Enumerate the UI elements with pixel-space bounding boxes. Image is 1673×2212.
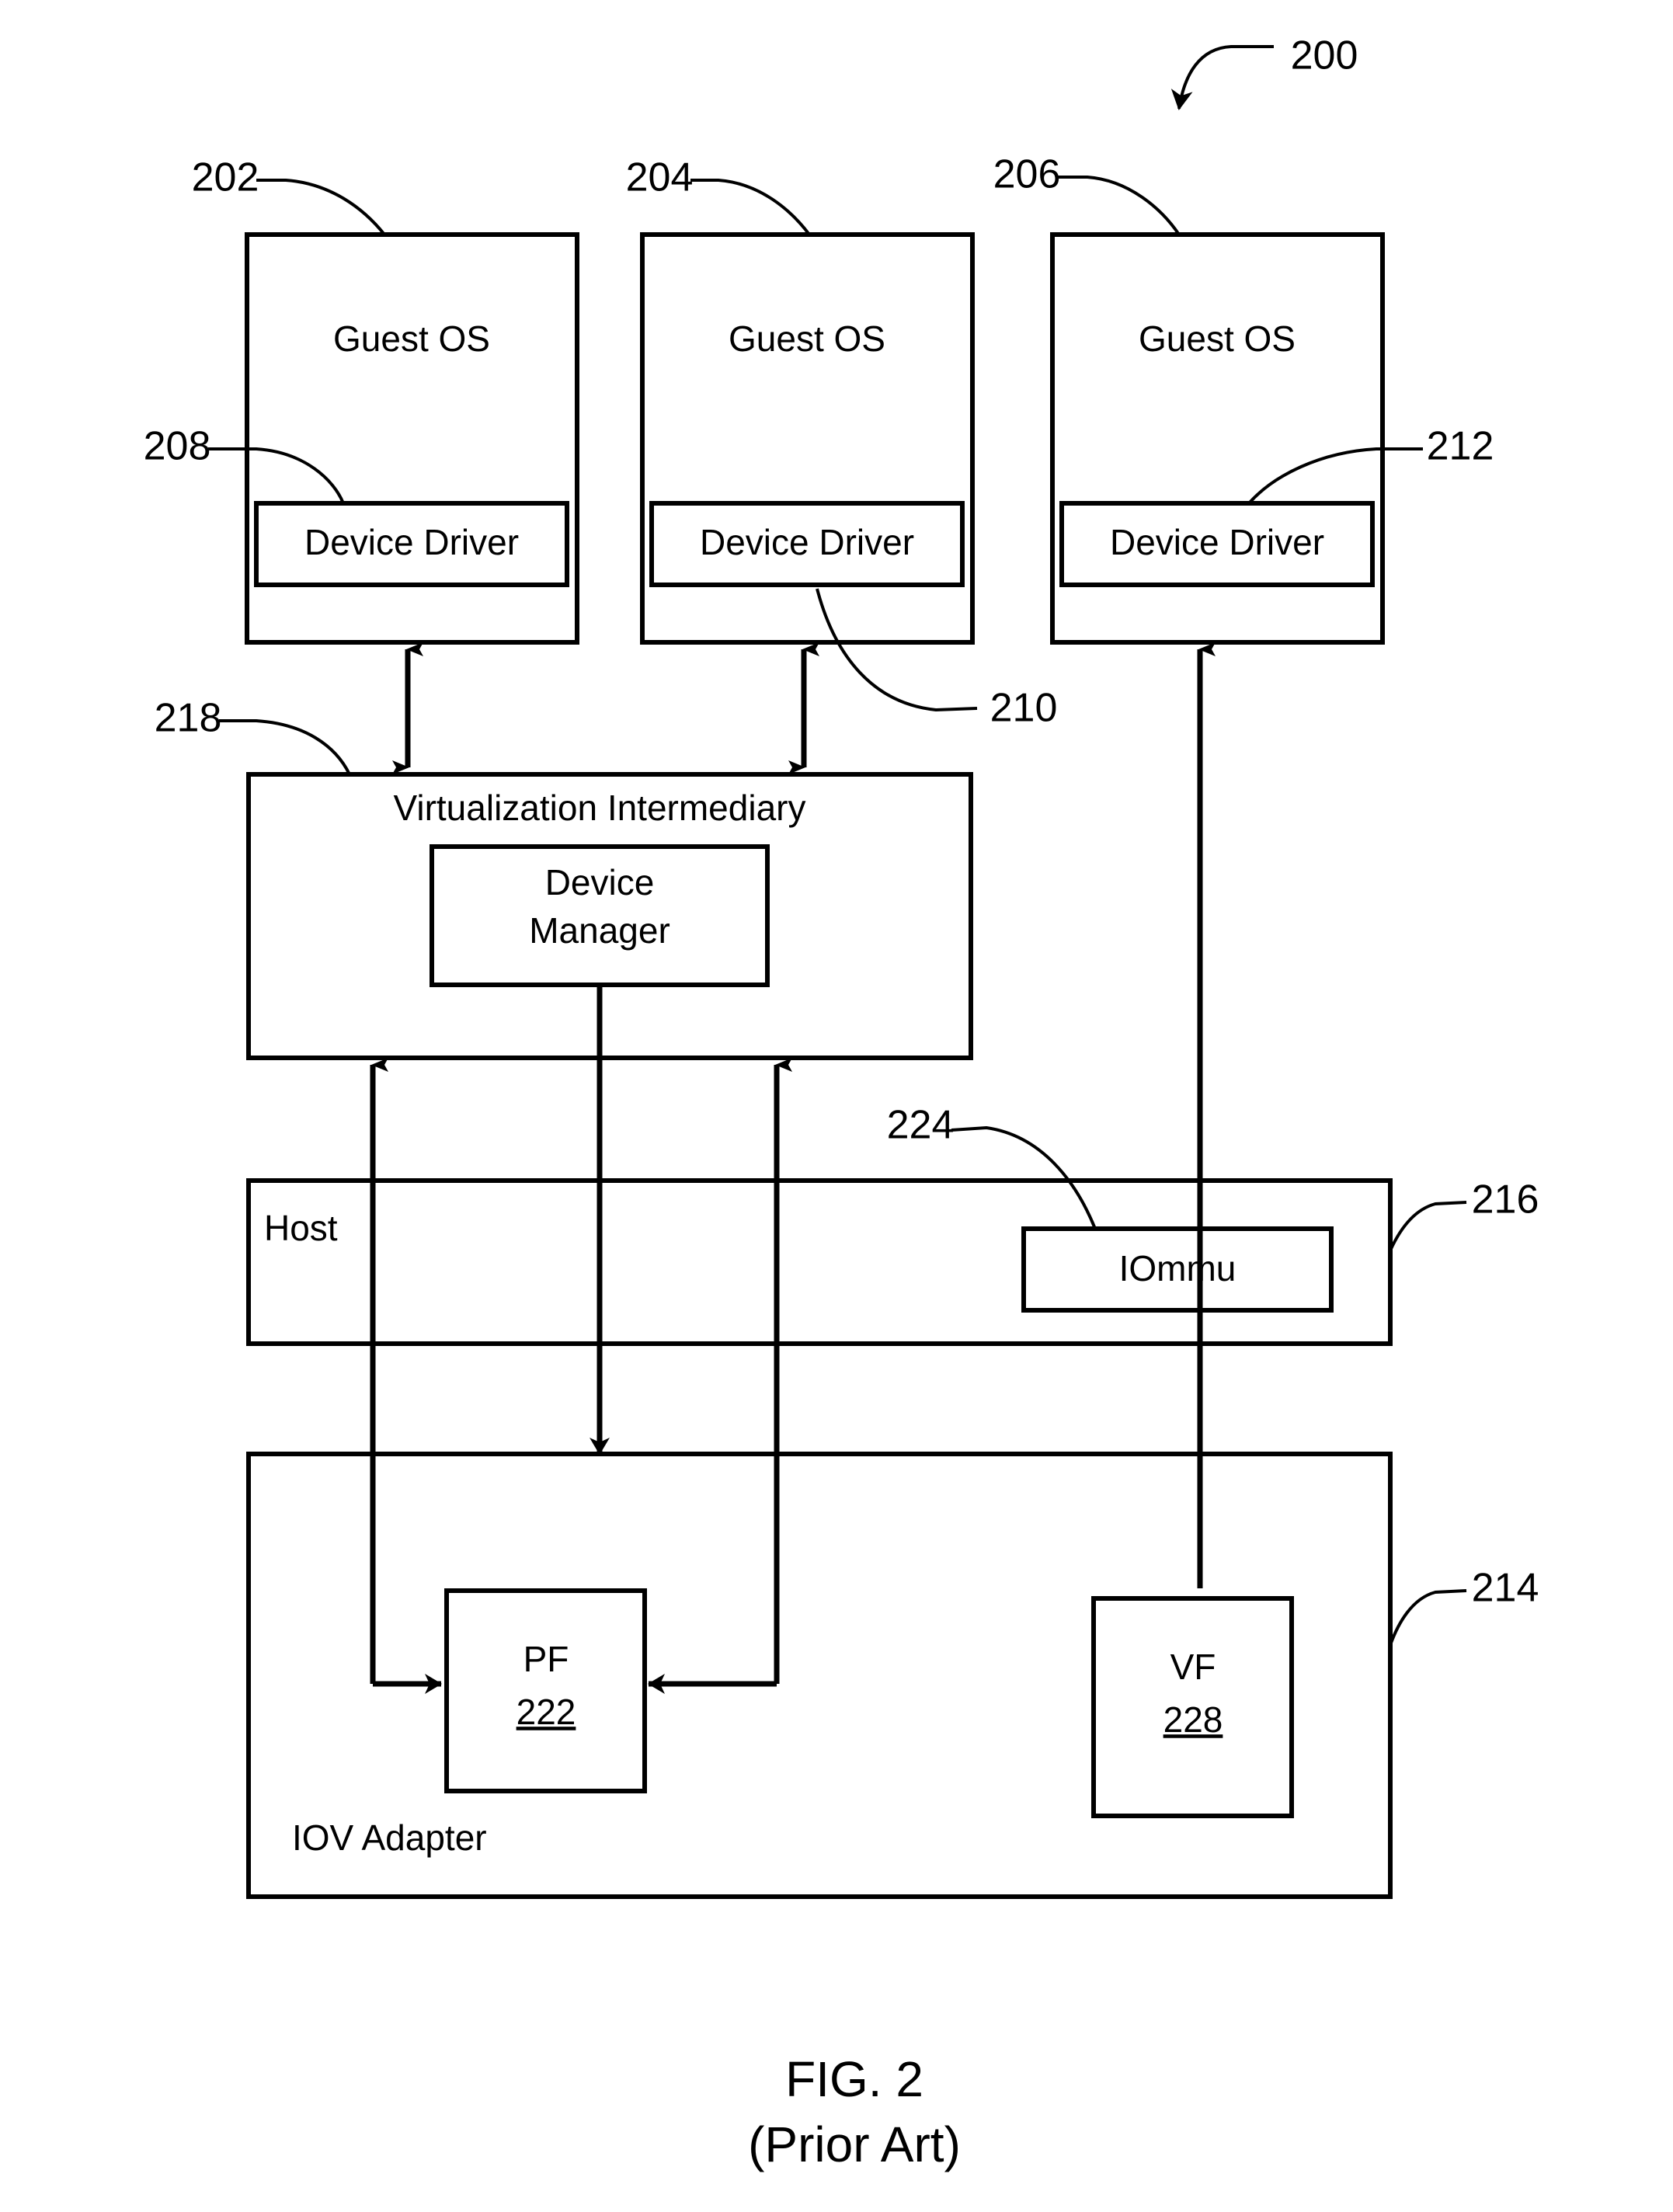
leader-216 <box>1389 1201 1467 1251</box>
guest-os-2-label: Guest OS <box>729 318 885 359</box>
guest-os-1-label: Guest OS <box>333 318 490 359</box>
figure-caption-line1: FIG. 2 <box>785 2051 923 2107</box>
vf-label: VF <box>1170 1647 1216 1687</box>
guest-os-2-box[interactable] <box>640 232 975 645</box>
leader-218 <box>219 719 351 775</box>
pf-ref: 222 <box>517 1692 576 1732</box>
guest-os-1-box[interactable] <box>245 232 579 645</box>
patent-figure: Guest OS Guest OS Guest OS Device Driver… <box>0 0 1673 2212</box>
device-driver-2-label: Device Driver <box>700 522 914 562</box>
leader-202 <box>256 179 386 236</box>
guest-os-3-box[interactable] <box>1050 232 1385 645</box>
pf-block[interactable] <box>444 1588 647 1793</box>
pf-box[interactable] <box>444 1588 647 1793</box>
vf-ref: 228 <box>1163 1699 1223 1740</box>
figure-canvas: Guest OS Guest OS Guest OS Device Driver… <box>144 33 1539 2172</box>
iov-adapter-label: IOV Adapter <box>292 1817 487 1858</box>
device-manager-label-line2: Manager <box>529 910 670 951</box>
device-manager-label-line1: Device <box>545 862 655 903</box>
guest-os-block-2[interactable] <box>640 232 975 645</box>
pf-label: PF <box>523 1639 569 1679</box>
leader-212 <box>1247 447 1423 505</box>
ref-204: 204 <box>626 155 694 200</box>
guest-os-3-label: Guest OS <box>1139 318 1296 359</box>
iommu-label: IOmmu <box>1119 1248 1236 1289</box>
leader-208 <box>208 447 345 504</box>
leader-214 <box>1389 1589 1467 1646</box>
ref-208: 208 <box>144 424 211 469</box>
ref-218: 218 <box>155 696 222 741</box>
host-label: Host <box>264 1208 338 1248</box>
virtualization-intermediary-label: Virtualization Intermediary <box>394 788 806 828</box>
leader-206 <box>1058 176 1181 236</box>
guest-os-block-1[interactable] <box>245 232 579 645</box>
ref-216: 216 <box>1472 1177 1539 1223</box>
ref-210: 210 <box>990 686 1058 731</box>
ref-206: 206 <box>993 152 1061 197</box>
ref-224: 224 <box>887 1103 955 1148</box>
ref-202: 202 <box>192 155 259 200</box>
guest-os-block-3[interactable] <box>1050 232 1385 645</box>
device-driver-1-label: Device Driver <box>304 522 519 562</box>
connector-vi-pf-right <box>648 1058 792 1694</box>
ref-212: 212 <box>1427 424 1494 469</box>
reference-leaders <box>208 176 1467 1646</box>
leader-210 <box>816 588 978 712</box>
ref-200: 200 <box>1291 33 1358 78</box>
connector-vi-pf-left <box>370 1058 442 1694</box>
ref-214: 214 <box>1472 1566 1539 1611</box>
system-ref-pointer <box>1170 45 1274 110</box>
leader-204 <box>690 179 811 236</box>
device-driver-3-label: Device Driver <box>1110 522 1324 562</box>
figure-caption-line2: (Prior Art) <box>748 2116 961 2172</box>
